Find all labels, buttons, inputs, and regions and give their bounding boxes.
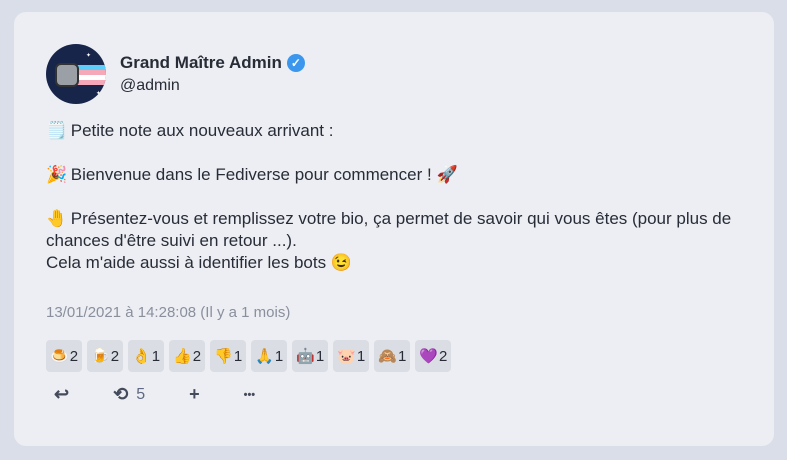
retweet-icon: ⟲ <box>113 384 129 404</box>
status-timestamp[interactable]: 13/01/2021 à 14:28:08 (Il y a 1 mois) <box>46 304 290 321</box>
reaction-thumbs-down[interactable]: 👎 1 <box>210 340 247 372</box>
reaction-thumbs-up[interactable]: 👍 2 <box>169 340 206 372</box>
reaction-ok-hand[interactable]: 👌 1 <box>128 340 165 372</box>
display-name[interactable]: Grand Maître Admin ✓ <box>120 53 305 73</box>
party-popper-icon: 🎉 <box>46 165 68 184</box>
status-card: ✦ ✦ Grand Maître Admin ✓ @admin 🗒️ Petit… <box>14 12 774 446</box>
reply-button[interactable]: ↩ <box>54 384 69 405</box>
status-actions: ↩ ⟲ 5 + ••• <box>54 384 299 405</box>
account-handle[interactable]: @admin <box>120 77 305 95</box>
content-line-2-text: Bienvenue dans le Fediverse pour commenc… <box>70 165 432 184</box>
boost-count: 5 <box>136 385 146 403</box>
reaction-count: 2 <box>110 347 120 365</box>
rocket-icon: 🚀 <box>436 165 458 184</box>
status-content: 🗒️ Petite note aux nouveaux arrivant : 🎉… <box>46 120 746 274</box>
reaction-count: 1 <box>151 347 161 365</box>
content-line-1-text: Petite note aux nouveaux arrivant : <box>70 121 334 140</box>
reaction-beer[interactable]: 🍺 2 <box>87 340 124 372</box>
notepad-icon: 🗒️ <box>46 121 68 140</box>
avatar[interactable]: ✦ ✦ <box>46 44 106 104</box>
content-line-3-text: Présentez-vous et remplissez votre bio, … <box>46 209 732 250</box>
content-line-4: Cela m'aide aussi à identifier les bots … <box>46 252 746 274</box>
content-line-2: 🎉 Bienvenue dans le Fediverse pour comme… <box>46 164 746 186</box>
thumbs-up-icon: 👍 <box>173 348 192 365</box>
status-header: ✦ ✦ Grand Maître Admin ✓ @admin <box>46 44 305 104</box>
raised-hand-icon: 🤚 <box>46 209 68 228</box>
display-name-text: Grand Maître Admin <box>120 53 282 72</box>
verified-badge-icon: ✓ <box>286 54 305 72</box>
add-reaction-button[interactable]: + <box>189 384 200 405</box>
cat-icon <box>55 63 79 87</box>
folded-hands-icon: 🙏 <box>255 348 274 365</box>
reaction-count: 2 <box>192 347 202 365</box>
reaction-robot[interactable]: 🤖 1 <box>292 340 329 372</box>
reaction-count: 2 <box>69 347 79 365</box>
reaction-count: 1 <box>274 347 284 365</box>
winking-face-icon: 😉 <box>330 253 353 272</box>
pudding-icon: 🍮 <box>50 348 69 365</box>
reaction-rainbow-heart[interactable]: 💜 2 <box>415 340 452 372</box>
reaction-count: 1 <box>233 347 243 365</box>
reaction-monkey[interactable]: 🙈 1 <box>374 340 411 372</box>
thumbs-down-icon: 👎 <box>214 348 233 365</box>
reaction-pig[interactable]: 🐷 1 <box>333 340 370 372</box>
ok-hand-icon: 👌 <box>132 348 151 365</box>
reaction-count: 1 <box>356 347 366 365</box>
rainbow-heart-icon: 💜 <box>419 348 438 365</box>
plus-icon: + <box>189 384 200 404</box>
pig-icon: 🐷 <box>337 348 356 365</box>
more-button[interactable]: ••• <box>244 389 256 401</box>
content-line-1: 🗒️ Petite note aux nouveaux arrivant : <box>46 120 746 142</box>
reactions-bar: 🍮 2 🍺 2 👌 1 👍 2 👎 1 🙏 1 🤖 1 🐷 1 🙈 1 💜 2 <box>46 340 456 372</box>
reaction-pudding[interactable]: 🍮 2 <box>46 340 83 372</box>
reaction-count: 2 <box>438 347 448 365</box>
boost-button[interactable]: ⟲ 5 <box>113 384 145 405</box>
monkey-icon: 🙈 <box>378 348 397 365</box>
content-line-3: 🤚 Présentez-vous et remplissez votre bio… <box>46 208 746 252</box>
reaction-folded-hands[interactable]: 🙏 1 <box>251 340 288 372</box>
reply-icon: ↩ <box>54 384 70 404</box>
content-line-4-text: Cela m'aide aussi à identifier les bots <box>46 253 327 272</box>
reaction-count: 1 <box>397 347 407 365</box>
robot-icon: 🤖 <box>296 348 315 365</box>
reaction-count: 1 <box>315 347 325 365</box>
ellipsis-icon: ••• <box>243 388 256 401</box>
beer-icon: 🍺 <box>91 348 110 365</box>
